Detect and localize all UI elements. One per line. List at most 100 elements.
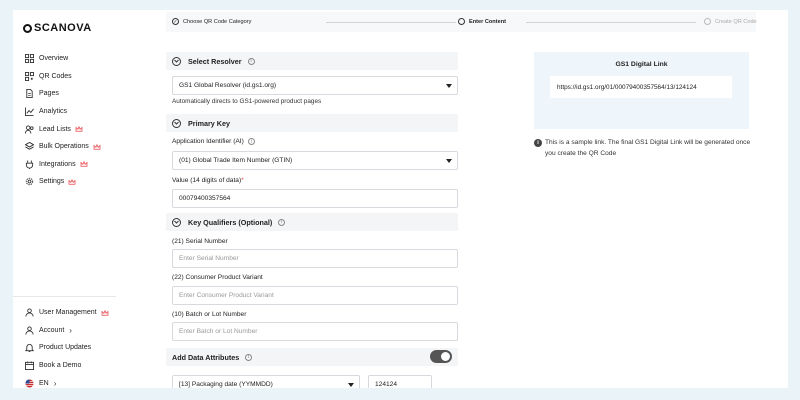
sidebar: SCANOVA Overview QR Codes Pages Analytic… xyxy=(13,10,116,388)
resolver-select[interactable]: GS1 Global Resolver (id.gs1.org) xyxy=(172,76,458,95)
chevron-down-icon xyxy=(172,56,181,66)
value-label-text: Value (14 digits of data) xyxy=(172,177,242,184)
note-text: This is a sample link. The final GS1 Dig… xyxy=(545,139,751,157)
layers-icon xyxy=(25,142,34,151)
info-icon[interactable]: i xyxy=(247,57,255,65)
sidebar-item-label: Overview xyxy=(39,55,69,63)
sidebar-item-label: Settings xyxy=(39,178,65,186)
section-add-data-attributes: Add Data Attributes i xyxy=(166,348,458,366)
step-create-qr: Create QR Code xyxy=(704,18,757,25)
section-select-resolver[interactable]: Select Resolver i xyxy=(166,52,458,70)
sidebar-item-analytics[interactable]: Analytics xyxy=(25,103,101,121)
chevron-down-icon xyxy=(172,217,181,227)
sidebar-item-label: Bulk Operations xyxy=(39,143,89,151)
info-icon[interactable]: i xyxy=(247,138,255,145)
language-label: EN xyxy=(39,379,49,387)
page-icon xyxy=(25,89,34,99)
crown-icon xyxy=(93,143,101,150)
caret-down-icon xyxy=(348,383,354,387)
sidebar-item-overview[interactable]: Overview xyxy=(25,50,101,68)
section-primary-key[interactable]: Primary Key xyxy=(166,114,458,132)
step-label: Enter Content xyxy=(469,18,506,25)
resolver-helper-text: Automatically directs to GS1-powered pro… xyxy=(172,98,322,105)
attribute-select[interactable]: [13] Packaging date (YYMMDD) xyxy=(172,375,360,388)
section-title: Key Qualifiers (Optional) xyxy=(188,217,273,227)
crown-icon xyxy=(80,161,87,167)
sidebar-item-lead-lists[interactable]: Lead Lists xyxy=(25,120,101,138)
progress-stepper: ✓ Choose QR Code Category Enter Content … xyxy=(166,12,757,32)
info-icon[interactable]: i xyxy=(278,218,286,226)
batch-lot-input[interactable]: Enter Batch or Lot Number xyxy=(172,322,458,341)
sidebar-bottom-nav: User Management Account › Product Update… xyxy=(25,304,109,388)
required-mark: * xyxy=(241,177,244,184)
attribute-select-value: [13] Packaging date (YYMMDD) xyxy=(179,381,273,388)
language-selector[interactable]: EN › xyxy=(25,374,109,388)
gtin-value-input[interactable]: 00079400357564 xyxy=(172,189,458,208)
sidebar-item-settings[interactable]: Settings xyxy=(25,173,101,191)
serial-number-input[interactable]: Enter Serial Number xyxy=(172,249,458,268)
section-title: Select Resolver xyxy=(188,56,242,66)
variant-label: (22) Consumer Product Variant xyxy=(172,274,263,281)
chevron-right-icon: › xyxy=(69,325,72,335)
grid-icon xyxy=(25,54,34,64)
sidebar-item-label: Book a Demo xyxy=(39,362,82,370)
attribute-value-input[interactable]: 124124 xyxy=(368,375,432,388)
sidebar-item-book-a-demo[interactable]: Book a Demo xyxy=(25,357,109,375)
stepper-line xyxy=(326,22,456,23)
crown-icon xyxy=(68,178,76,185)
sidebar-item-user-management[interactable]: User Management xyxy=(25,304,109,322)
step-label: Choose QR Code Category xyxy=(183,18,252,25)
logo-mark-icon xyxy=(23,23,32,33)
flag-icon xyxy=(25,379,34,388)
sidebar-item-label: Account xyxy=(39,326,65,334)
person-icon xyxy=(25,326,34,335)
sidebar-item-label: Pages xyxy=(39,90,59,98)
sidebar-item-product-updates[interactable]: Product Updates xyxy=(25,339,109,357)
sidebar-item-label: Lead Lists xyxy=(39,125,71,133)
sidebar-item-label: QR Codes xyxy=(39,72,72,80)
section-title: Primary Key xyxy=(188,118,230,128)
sidebar-nav: Overview QR Codes Pages Analytics Lead L… xyxy=(25,50,101,191)
sidebar-item-qr-codes[interactable]: QR Codes xyxy=(25,68,101,86)
digital-link-text: https://id.gs1.org/01/00079400357564/13/… xyxy=(550,76,732,98)
sidebar-item-pages[interactable]: Pages xyxy=(25,85,101,103)
resolver-value: GS1 Global Resolver (id.gs1.org) xyxy=(179,82,277,89)
info-icon: i xyxy=(534,139,542,147)
sidebar-item-bulk-operations[interactable]: Bulk Operations xyxy=(25,138,101,156)
sidebar-item-account[interactable]: Account › xyxy=(25,322,109,340)
section-title: Add Data Attributes xyxy=(172,352,240,362)
digital-link-preview: GS1 Digital Link https://id.gs1.org/01/0… xyxy=(534,52,749,129)
sidebar-item-label: User Management xyxy=(39,309,97,317)
check-circle-icon: ✓ xyxy=(172,18,179,25)
chevron-down-icon xyxy=(172,118,181,128)
chevron-right-icon: › xyxy=(53,378,57,388)
batch-label: (10) Batch or Lot Number xyxy=(172,311,247,318)
app-window: SCANOVA Overview QR Codes Pages Analytic… xyxy=(13,10,788,388)
active-step-icon xyxy=(458,18,465,25)
serial-label: (21) Serial Number xyxy=(172,238,228,245)
caret-down-icon xyxy=(446,159,452,163)
brand-logo[interactable]: SCANOVA xyxy=(23,22,92,34)
sidebar-item-label: Analytics xyxy=(39,108,68,116)
crown-icon xyxy=(75,126,83,132)
ai-select[interactable]: (01) Global Trade Item Number (GTIN) xyxy=(172,151,458,170)
product-variant-input[interactable]: Enter Consumer Product Variant xyxy=(172,286,458,305)
people-icon xyxy=(25,125,34,134)
data-attributes-toggle[interactable] xyxy=(430,350,452,363)
ai-label-text: Application Identifier (AI) xyxy=(172,138,244,145)
step-label: Create QR Code xyxy=(715,18,757,25)
section-key-qualifiers[interactable]: Key Qualifiers (Optional) i xyxy=(166,213,458,231)
stepper-line xyxy=(526,22,696,23)
user-icon xyxy=(25,308,34,317)
calendar-icon xyxy=(25,361,34,371)
info-icon[interactable]: i xyxy=(245,353,253,361)
step-choose-category[interactable]: ✓ Choose QR Code Category xyxy=(172,18,251,25)
brand-name: SCANOVA xyxy=(34,22,92,34)
step-enter-content: Enter Content xyxy=(458,18,506,25)
ai-value: (01) Global Trade Item Number (GTIN) xyxy=(179,157,293,164)
sidebar-item-integrations[interactable]: Integrations xyxy=(25,156,101,174)
chart-icon xyxy=(25,107,34,117)
qr-icon xyxy=(25,71,34,81)
plug-icon xyxy=(25,160,34,169)
bell-icon xyxy=(25,343,34,353)
